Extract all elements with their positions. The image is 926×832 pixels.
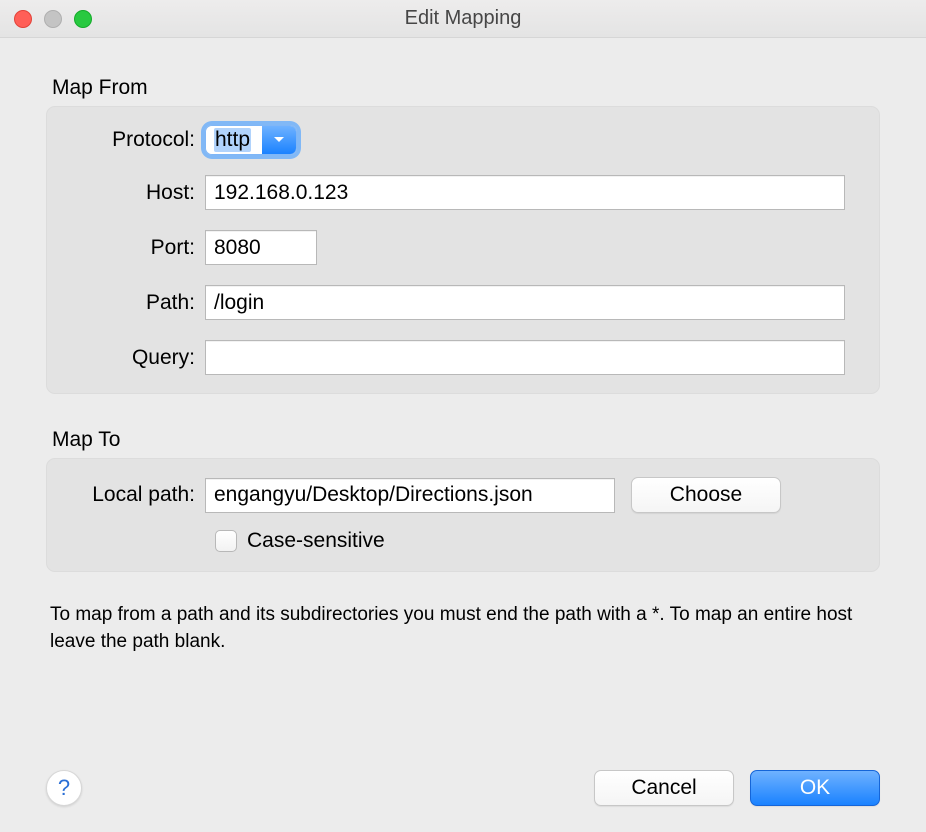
map-to-panel: Local path: Choose Case-sensitive (46, 458, 880, 572)
host-input[interactable] (205, 175, 845, 210)
query-input[interactable] (205, 340, 845, 375)
query-label: Query: (63, 346, 205, 370)
chevron-down-icon (262, 126, 296, 154)
help-icon: ? (58, 775, 70, 801)
localpath-input[interactable] (205, 478, 615, 513)
hint-text: To map from a path and its subdirectorie… (46, 602, 880, 655)
window-title: Edit Mapping (405, 7, 522, 30)
dialog-footer: ? Cancel OK (0, 770, 926, 806)
choose-button[interactable]: Choose (631, 477, 781, 513)
query-row: Query: (63, 340, 863, 375)
cancel-button[interactable]: Cancel (594, 770, 734, 806)
protocol-label: Protocol: (63, 128, 205, 152)
help-button[interactable]: ? (46, 770, 82, 806)
map-from-panel: Protocol: http Host: Port: Path: Query: (46, 106, 880, 394)
localpath-row: Local path: Choose (63, 477, 863, 513)
case-sensitive-label: Case-sensitive (247, 529, 385, 553)
path-label: Path: (63, 291, 205, 315)
map-to-legend: Map To (52, 428, 880, 452)
window-controls (14, 10, 92, 28)
host-label: Host: (63, 181, 205, 205)
host-row: Host: (63, 175, 863, 210)
port-input[interactable] (205, 230, 317, 265)
titlebar: Edit Mapping (0, 0, 926, 38)
close-window-button[interactable] (14, 10, 32, 28)
minimize-window-button (44, 10, 62, 28)
case-sensitive-row: Case-sensitive (215, 529, 863, 553)
path-row: Path: (63, 285, 863, 320)
localpath-label: Local path: (63, 483, 205, 507)
maximize-window-button[interactable] (74, 10, 92, 28)
port-row: Port: (63, 230, 863, 265)
path-input[interactable] (205, 285, 845, 320)
map-from-legend: Map From (52, 76, 880, 100)
protocol-select-value: http (206, 126, 262, 154)
port-label: Port: (63, 236, 205, 260)
protocol-row: Protocol: http (63, 125, 863, 155)
dialog-content: Map From Protocol: http Host: Port: Path… (0, 76, 926, 655)
protocol-select[interactable]: http (205, 125, 297, 155)
ok-button[interactable]: OK (750, 770, 880, 806)
case-sensitive-checkbox[interactable] (215, 530, 237, 552)
